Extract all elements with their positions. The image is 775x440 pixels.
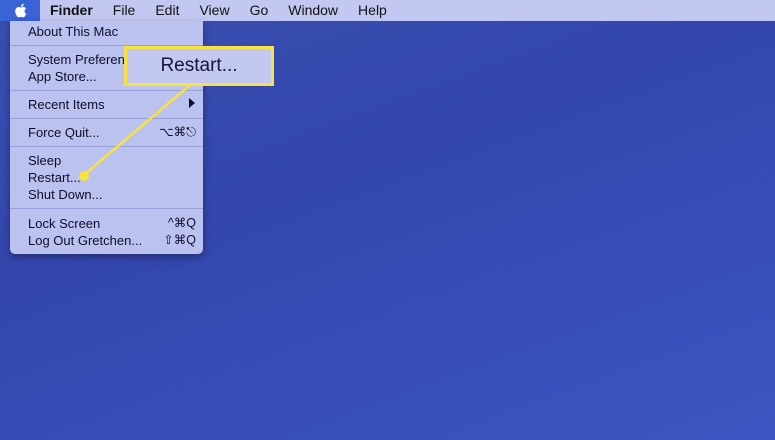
menu-item-about[interactable]: About This Mac (10, 23, 203, 40)
callout-label: Restart... (160, 55, 238, 76)
menu-bar: Finder File Edit View Go Window Help (0, 0, 775, 21)
menu-item-label: Sleep (28, 153, 62, 168)
menu-item-lock-screen[interactable]: Lock Screen ^⌘Q (10, 215, 203, 232)
lock-screen-shortcut: ^⌘Q (167, 216, 196, 230)
menu-file[interactable]: File (103, 0, 146, 21)
menu-finder[interactable]: Finder (40, 0, 103, 21)
submenu-arrow-icon (188, 96, 196, 113)
log-out-shortcut: ⇧⌘Q (163, 233, 196, 247)
menu-item-label: System Preferen (28, 52, 125, 67)
menu-item-label: Restart... (28, 170, 81, 185)
menu-separator (10, 146, 203, 147)
menu-window[interactable]: Window (278, 0, 348, 21)
menu-separator (10, 118, 203, 119)
menu-item-recent-items[interactable]: Recent Items (10, 96, 203, 113)
menu-item-log-out[interactable]: Log Out Gretchen... ⇧⌘Q (10, 232, 203, 249)
apple-logo-icon (14, 3, 26, 18)
restart-callout: Restart... (124, 46, 274, 86)
menu-item-label: Log Out Gretchen... (28, 233, 143, 248)
apple-menu-button[interactable] (0, 0, 40, 21)
menu-view[interactable]: View (189, 0, 239, 21)
menu-go[interactable]: Go (240, 0, 279, 21)
menu-separator (10, 90, 203, 91)
menu-edit[interactable]: Edit (145, 0, 189, 21)
force-quit-shortcut: ⌥⌘⎋ (159, 125, 196, 139)
menu-item-shut-down[interactable]: Shut Down... (10, 186, 203, 203)
menu-item-sleep[interactable]: Sleep (10, 152, 203, 169)
menu-item-label: App Store... (28, 69, 97, 84)
menu-item-label: Recent Items (28, 97, 105, 112)
menu-help[interactable]: Help (348, 0, 397, 21)
menu-item-force-quit[interactable]: Force Quit... ⌥⌘⎋ (10, 124, 203, 141)
menu-item-label: About This Mac (28, 24, 119, 39)
menu-item-label: Force Quit... (28, 125, 100, 140)
menu-item-label: Shut Down... (28, 187, 103, 202)
menu-item-restart[interactable]: Restart... (10, 169, 203, 186)
menu-item-label: Lock Screen (28, 216, 101, 231)
menu-separator (10, 208, 203, 209)
